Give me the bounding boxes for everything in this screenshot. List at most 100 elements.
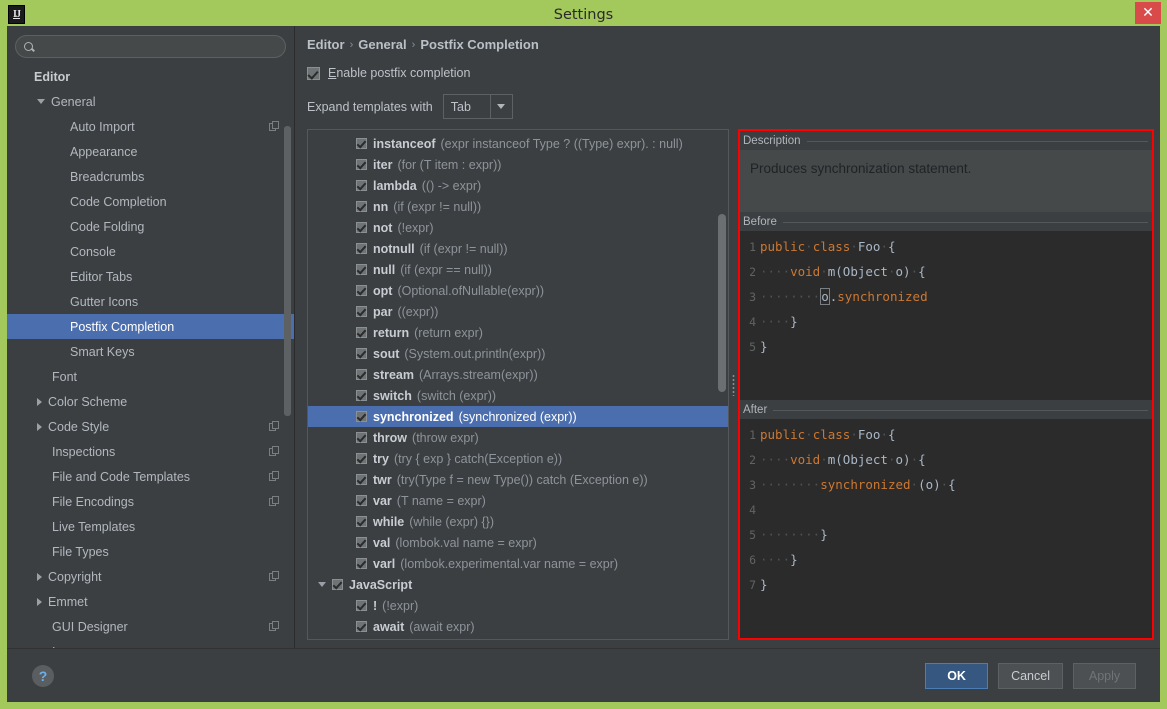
- sidebar-item-copyright[interactable]: Copyright: [7, 564, 294, 589]
- template-checkbox[interactable]: [356, 453, 367, 464]
- template-row[interactable]: while (while (expr) {}): [308, 511, 728, 532]
- chevron-right-icon[interactable]: [37, 397, 42, 406]
- search-input[interactable]: [39, 39, 277, 54]
- expand-templates-select[interactable]: Tab: [442, 94, 513, 119]
- template-row[interactable]: varl (lombok.experimental.var name = expr…: [308, 553, 728, 574]
- template-checkbox[interactable]: [356, 306, 367, 317]
- template-checkbox[interactable]: [356, 516, 367, 527]
- sidebar-item-color-scheme[interactable]: Color Scheme: [7, 389, 294, 414]
- template-checkbox[interactable]: [356, 222, 367, 233]
- chevron-down-icon[interactable]: [489, 95, 512, 118]
- chevron-down-icon[interactable]: [37, 99, 45, 104]
- template-list[interactable]: instanceof (expr instanceof Type ? ((Type…: [308, 130, 728, 639]
- template-checkbox[interactable]: [356, 201, 367, 212]
- template-row[interactable]: iter (for (T item : expr)): [308, 154, 728, 175]
- template-row[interactable]: nn (if (expr != null)): [308, 196, 728, 217]
- template-checkbox[interactable]: [356, 537, 367, 548]
- template-checkbox[interactable]: [356, 474, 367, 485]
- template-checkbox[interactable]: [356, 243, 367, 254]
- template-row[interactable]: switch (switch (expr)): [308, 385, 728, 406]
- sidebar-item-images[interactable]: Images: [7, 639, 294, 649]
- before-code-block: 1 public·class·Foo·{2 ····void·m(Object·o)…: [740, 231, 1152, 400]
- sidebar-item-gui-designer[interactable]: GUI Designer: [7, 614, 294, 639]
- template-checkbox[interactable]: [356, 495, 367, 506]
- ok-button[interactable]: OK: [925, 662, 989, 689]
- template-checkbox[interactable]: [332, 579, 343, 590]
- template-checkbox[interactable]: [356, 621, 367, 632]
- sidebar-item-editor[interactable]: Editor: [7, 64, 294, 89]
- sidebar-item-editor-tabs[interactable]: Editor Tabs: [7, 264, 294, 289]
- chevron-right-icon[interactable]: [37, 422, 42, 431]
- template-row[interactable]: throw (throw expr): [308, 427, 728, 448]
- template-checkbox[interactable]: [356, 285, 367, 296]
- template-checkbox[interactable]: [356, 558, 367, 569]
- sidebar-item-emmet[interactable]: Emmet: [7, 589, 294, 614]
- sidebar-item-postfix-completion[interactable]: Postfix Completion: [7, 314, 294, 339]
- sidebar-item-file-and-code-templates[interactable]: File and Code Templates: [7, 464, 294, 489]
- sidebar-item-code-completion[interactable]: Code Completion: [7, 189, 294, 214]
- template-checkbox[interactable]: [356, 180, 367, 191]
- template-list-panel[interactable]: instanceof (expr instanceof Type ? ((Type…: [307, 129, 729, 640]
- template-checkbox[interactable]: [356, 138, 367, 149]
- breadcrumb-segment[interactable]: Editor: [307, 37, 345, 52]
- template-checkbox[interactable]: [356, 390, 367, 401]
- template-row[interactable]: instanceof (expr instanceof Type ? ((Type…: [308, 133, 728, 154]
- template-checkbox[interactable]: [356, 327, 367, 338]
- template-checkbox[interactable]: [356, 411, 367, 422]
- template-row[interactable]: sout (System.out.println(expr)): [308, 343, 728, 364]
- template-row[interactable]: try (try { exp } catch(Exception e)): [308, 448, 728, 469]
- template-row[interactable]: synchronized (synchronized (expr)): [308, 406, 728, 427]
- template-list-scrollbar-thumb[interactable]: [718, 214, 726, 392]
- template-row[interactable]: val (lombok.val name = expr): [308, 532, 728, 553]
- template-row[interactable]: stream (Arrays.stream(expr)): [308, 364, 728, 385]
- template-checkbox[interactable]: [356, 159, 367, 170]
- sidebar-scrollbar-thumb[interactable]: [284, 126, 291, 416]
- sidebar-item-smart-keys[interactable]: Smart Keys: [7, 339, 294, 364]
- enable-postfix-checkbox[interactable]: [307, 66, 320, 80]
- sidebar-item-gutter-icons[interactable]: Gutter Icons: [7, 289, 294, 314]
- chevron-right-icon[interactable]: [37, 572, 42, 581]
- sidebar-item-code-folding[interactable]: Code Folding: [7, 214, 294, 239]
- template-checkbox[interactable]: [356, 264, 367, 275]
- code-token: }: [790, 314, 798, 329]
- template-checkbox[interactable]: [356, 600, 367, 611]
- enable-postfix-row[interactable]: Enable postfix completion: [307, 66, 1154, 80]
- sidebar-item-live-templates[interactable]: Live Templates: [7, 514, 294, 539]
- sidebar-item-breadcrumbs[interactable]: Breadcrumbs: [7, 164, 294, 189]
- code-token: (o): [918, 477, 941, 492]
- sidebar-item-appearance[interactable]: Appearance: [7, 139, 294, 164]
- template-row[interactable]: JavaScript: [308, 574, 728, 595]
- sidebar-item-auto-import[interactable]: Auto Import: [7, 114, 294, 139]
- template-row[interactable]: ! (!expr): [308, 595, 728, 616]
- cancel-button[interactable]: Cancel: [998, 662, 1063, 689]
- template-row[interactable]: par ((expr)): [308, 301, 728, 322]
- breadcrumb-segment[interactable]: General: [358, 37, 406, 52]
- sidebar-item-code-style[interactable]: Code Style: [7, 414, 294, 439]
- template-row[interactable]: var (T name = expr): [308, 490, 728, 511]
- template-row[interactable]: notnull (if (expr != null)): [308, 238, 728, 259]
- breadcrumb-segment[interactable]: Postfix Completion: [420, 37, 538, 52]
- settings-tree[interactable]: Editor General Auto Import Appearance Breadc…: [7, 64, 294, 648]
- sidebar-item-inspections[interactable]: Inspections: [7, 439, 294, 464]
- search-box[interactable]: [15, 35, 286, 58]
- chevron-down-icon[interactable]: [318, 582, 326, 587]
- splitter-handle[interactable]: [729, 129, 738, 640]
- sidebar-item-file-encodings[interactable]: File Encodings: [7, 489, 294, 514]
- template-checkbox[interactable]: [356, 432, 367, 443]
- template-row[interactable]: return (return expr): [308, 322, 728, 343]
- template-row[interactable]: lambda (() -> expr): [308, 175, 728, 196]
- sidebar-item-file-types[interactable]: File Types: [7, 539, 294, 564]
- template-checkbox[interactable]: [356, 348, 367, 359]
- sidebar-item-general[interactable]: General: [7, 89, 294, 114]
- template-row[interactable]: twr (try(Type f = new Type()) catch (Exce…: [308, 469, 728, 490]
- template-row[interactable]: not (!expr): [308, 217, 728, 238]
- template-row[interactable]: opt (Optional.ofNullable(expr)): [308, 280, 728, 301]
- chevron-right-icon[interactable]: [37, 597, 42, 606]
- sidebar-item-console[interactable]: Console: [7, 239, 294, 264]
- close-icon[interactable]: ✕: [1135, 2, 1161, 24]
- sidebar-item-font[interactable]: Font: [7, 364, 294, 389]
- template-row[interactable]: null (if (expr == null)): [308, 259, 728, 280]
- template-row[interactable]: await (await expr): [308, 616, 728, 637]
- template-checkbox[interactable]: [356, 369, 367, 380]
- help-icon[interactable]: ?: [32, 664, 54, 687]
